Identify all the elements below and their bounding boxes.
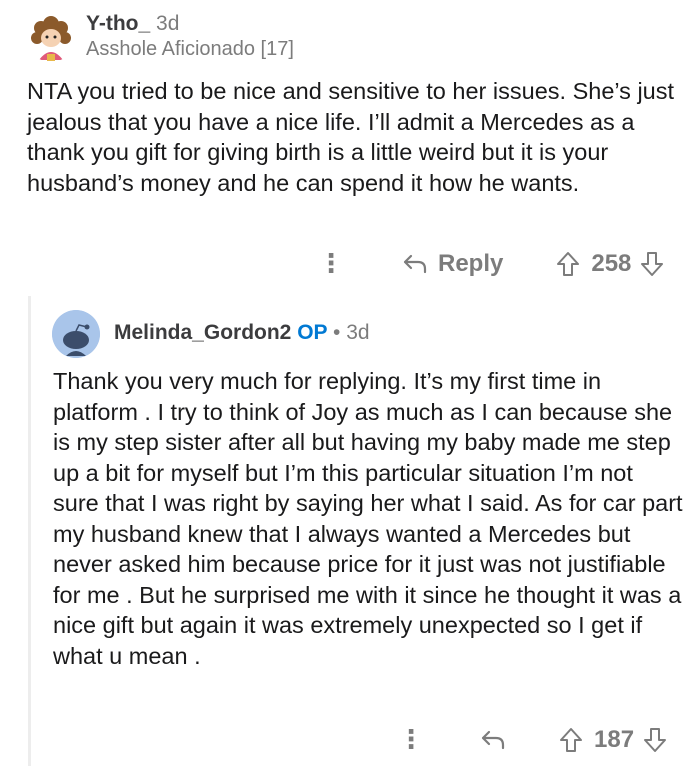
comment-2-header: Melinda_Gordon2 OP • 3d: [114, 321, 370, 345]
reply-arrow-icon[interactable]: [480, 729, 506, 751]
vote-score: 187: [594, 725, 635, 753]
downvote-arrow-icon[interactable]: [642, 726, 668, 754]
upvote-arrow-icon[interactable]: [558, 726, 584, 754]
comment-age: 3d: [346, 321, 370, 344]
username[interactable]: Melinda_Gordon2: [114, 321, 291, 344]
comment-2-actions: ⋮ 187: [398, 724, 668, 755]
comment-2-body: Thank you very much for replying. It’s m…: [53, 368, 683, 669]
more-options-button[interactable]: ⋮: [398, 724, 424, 755]
separator-dot: •: [333, 321, 341, 344]
comment-2: Melinda_Gordon2 OP • 3d Thank you very m…: [0, 0, 700, 766]
default-snoo-avatar-icon[interactable]: [52, 310, 100, 358]
op-badge: OP: [297, 321, 328, 344]
